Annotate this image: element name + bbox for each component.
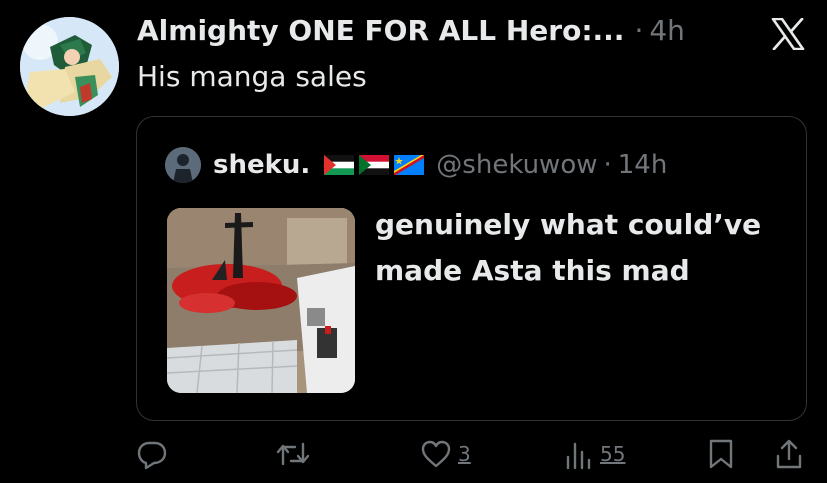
reply-button[interactable] <box>136 438 168 470</box>
views-count[interactable]: 55 <box>600 442 625 466</box>
quote-text: genuinely what could’ve made Asta this m… <box>375 202 761 294</box>
x-logo-icon[interactable] <box>771 17 805 51</box>
retweet-icon <box>276 442 310 466</box>
tweet-text: His manga sales <box>137 60 367 93</box>
quote-avatar-image <box>165 147 201 183</box>
views-icon <box>566 442 591 470</box>
bookmark-icon <box>709 439 733 469</box>
like-button[interactable]: 3 <box>420 438 471 470</box>
dr-congo-flag-icon <box>394 155 425 175</box>
heart-icon <box>421 440 451 468</box>
quote-media-image[interactable] <box>167 208 355 393</box>
quote-avatar[interactable] <box>165 147 201 183</box>
author-name[interactable]: Almighty ONE FOR ALL Hero:... <box>137 14 624 47</box>
palestine-flag-icon <box>324 155 355 175</box>
separator-dot: · <box>634 14 644 47</box>
quote-time[interactable]: 14h <box>618 150 668 180</box>
retweet-button[interactable] <box>275 438 311 470</box>
quote-author-name[interactable]: sheku. <box>213 150 310 180</box>
quoted-tweet[interactable]: sheku. @shekuwow · 14h genuinely what co… <box>136 116 807 421</box>
media-picture <box>167 208 355 393</box>
quote-header: sheku. @shekuwow · 14h <box>165 147 667 183</box>
like-count[interactable]: 3 <box>458 442 471 466</box>
share-button[interactable] <box>774 438 804 470</box>
sudan-flag-icon <box>359 155 390 175</box>
avatar-image <box>20 17 119 116</box>
action-bar: 3 55 <box>0 438 827 478</box>
flag-emojis <box>324 155 425 175</box>
quote-text-line: genuinely what could’ve <box>375 208 762 241</box>
tweet-time[interactable]: 4h <box>649 14 685 47</box>
quote-text-line: made Asta this mad <box>375 254 690 287</box>
author-avatar[interactable] <box>20 17 119 116</box>
reply-icon <box>137 441 167 470</box>
quote-handle[interactable]: @shekuwow <box>436 150 597 180</box>
tweet-header: Almighty ONE FOR ALL Hero:... · 4h <box>137 14 685 47</box>
quote-separator-dot: · <box>603 150 612 180</box>
share-icon <box>776 439 802 469</box>
views-button[interactable]: 55 <box>564 438 625 470</box>
bookmark-button[interactable] <box>707 438 735 470</box>
